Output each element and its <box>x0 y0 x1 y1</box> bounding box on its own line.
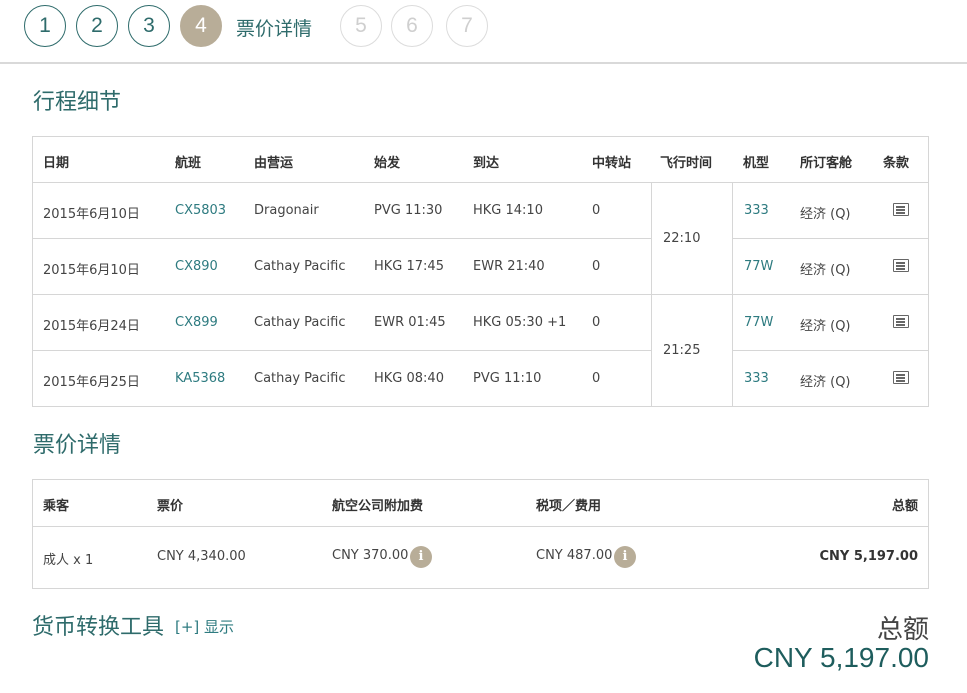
flight-date: 2015年6月25日 <box>43 375 140 390</box>
step-3[interactable]: 3 <box>128 5 170 47</box>
header-stops: 中转站 <box>592 156 632 171</box>
header-aircraft: 机型 <box>743 156 770 171</box>
fare-terms-icon[interactable] <box>893 203 909 216</box>
step-5: 5 <box>340 5 382 47</box>
flight-operator: Dragonair <box>254 203 319 218</box>
flight-date: 2015年6月10日 <box>43 263 140 278</box>
flight-stops: 0 <box>592 371 601 386</box>
fare-header-row: 乘客 票价 航空公司附加费 税项／费用 总额 <box>33 480 928 527</box>
itinerary-table: 日期 航班 由营运 始发 到达 中转站 飞行时间 机型 所订客舱 条款 2015… <box>32 136 929 407</box>
flight-number-link[interactable]: CX899 <box>175 315 218 330</box>
fare-row: 成人 x 1 CNY 4,340.00 CNY 370.00 i CNY 487… <box>33 527 928 589</box>
flight-arrive: HKG 05:30 +1 <box>473 315 567 330</box>
flight-operator: Cathay Pacific <box>254 315 346 330</box>
fare-terms-icon[interactable] <box>893 371 909 384</box>
flight-depart: EWR 01:45 <box>374 315 446 330</box>
flight-depart: PVG 11:30 <box>374 203 443 218</box>
header-duration: 飞行时间 <box>660 156 713 171</box>
table-row: 2015年6月10日 CX890 Cathay Pacific HKG 17:4… <box>33 239 651 295</box>
flight-depart: HKG 17:45 <box>374 259 444 274</box>
header-total: 总额 <box>891 499 918 514</box>
flight-operator: Cathay Pacific <box>254 371 346 386</box>
return-duration-cell: 21:25 <box>651 295 733 407</box>
header-flight: 航班 <box>175 156 202 171</box>
table-row: 2015年6月24日 CX899 Cathay Pacific EWR 01:4… <box>33 295 651 351</box>
step-2[interactable]: 2 <box>76 5 118 47</box>
flight-number-link[interactable]: KA5368 <box>175 371 225 386</box>
outbound-duration: 22:10 <box>663 231 701 246</box>
fare-table: 乘客 票价 航空公司附加费 税项／费用 总额 成人 x 1 CNY 4,340.… <box>32 479 929 589</box>
fare-row-total: CNY 5,197.00 <box>819 549 918 564</box>
grand-total-value: CNY 5,197.00 <box>753 642 929 673</box>
table-row-right: 333 经济 (Q) <box>733 351 929 407</box>
current-step-label: 票价详情 <box>236 18 313 40</box>
itinerary-title: 行程细节 <box>33 90 122 115</box>
taxes-info-icon[interactable]: i <box>614 546 636 568</box>
header-terms: 条款 <box>883 156 910 171</box>
outbound-duration-cell: 22:10 <box>651 183 733 295</box>
flight-stops: 0 <box>592 315 601 330</box>
cabin-class: 经济 (Q) <box>800 207 851 222</box>
header-fare: 票价 <box>157 499 184 514</box>
flight-number-link[interactable]: CX5803 <box>175 203 226 218</box>
progress-stepper: 1 2 3 4 票价详情 5 6 7 <box>0 0 967 64</box>
header-passenger: 乘客 <box>43 499 70 514</box>
step-7: 7 <box>446 5 488 47</box>
flight-stops: 0 <box>592 259 601 274</box>
flight-arrive: PVG 11:10 <box>473 371 542 386</box>
currency-converter-toggle[interactable]: [+] 显示 <box>175 616 234 637</box>
fare-details-title: 票价详情 <box>33 433 122 458</box>
taxes-fees: CNY 487.00 <box>536 548 613 563</box>
flight-arrive: HKG 14:10 <box>473 203 543 218</box>
table-row-right: 333 经济 (Q) <box>733 183 929 239</box>
flight-date: 2015年6月24日 <box>43 319 140 334</box>
cabin-class: 经济 (Q) <box>800 319 851 334</box>
cabin-class: 经济 (Q) <box>800 263 851 278</box>
itinerary-header-row: 日期 航班 由营运 始发 到达 中转站 飞行时间 机型 所订客舱 条款 <box>33 137 928 183</box>
return-duration: 21:25 <box>663 343 701 358</box>
aircraft-link[interactable]: 333 <box>744 371 769 386</box>
grand-total-label: 总额 <box>876 615 929 645</box>
cabin-class: 经济 (Q) <box>800 375 851 390</box>
table-row: 2015年6月25日 KA5368 Cathay Pacific HKG 08:… <box>33 351 651 407</box>
header-depart: 始发 <box>374 156 401 171</box>
step-4-current: 4 <box>180 5 222 47</box>
header-date: 日期 <box>43 156 70 171</box>
fare-terms-icon[interactable] <box>893 315 909 328</box>
step-1[interactable]: 1 <box>24 5 66 47</box>
table-row-right: 77W 经济 (Q) <box>733 295 929 351</box>
header-surcharge: 航空公司附加费 <box>332 499 424 514</box>
aircraft-link[interactable]: 77W <box>744 315 773 330</box>
currency-converter-title: 货币转换工具 <box>32 615 165 640</box>
carrier-surcharge: CNY 370.00 <box>332 548 409 563</box>
flight-operator: Cathay Pacific <box>254 259 346 274</box>
header-operator: 由营运 <box>254 156 294 171</box>
aircraft-link[interactable]: 333 <box>744 203 769 218</box>
table-row-right: 77W 经济 (Q) <box>733 239 929 295</box>
base-fare: CNY 4,340.00 <box>157 549 246 564</box>
header-taxes: 税项／费用 <box>536 499 602 514</box>
flight-stops: 0 <box>592 203 601 218</box>
flight-number-link[interactable]: CX890 <box>175 259 218 274</box>
header-arrive: 到达 <box>473 156 500 171</box>
flight-depart: HKG 08:40 <box>374 371 444 386</box>
step-6: 6 <box>391 5 433 47</box>
table-row: 2015年6月10日 CX5803 Dragonair PVG 11:30 HK… <box>33 183 651 239</box>
fare-terms-icon[interactable] <box>893 259 909 272</box>
header-cabin: 所订客舱 <box>800 156 853 171</box>
passenger-type: 成人 x 1 <box>43 553 94 568</box>
surcharge-info-icon[interactable]: i <box>410 546 432 568</box>
flight-arrive: EWR 21:40 <box>473 259 545 274</box>
aircraft-link[interactable]: 77W <box>744 259 773 274</box>
flight-date: 2015年6月10日 <box>43 207 140 222</box>
